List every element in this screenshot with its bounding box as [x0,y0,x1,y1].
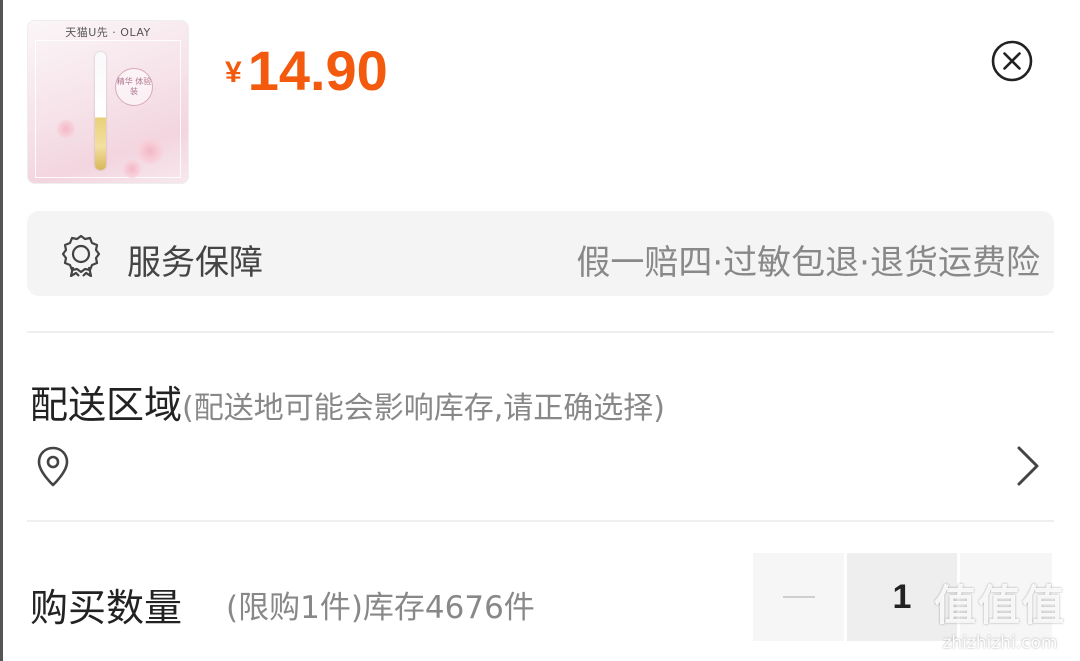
thumbnail-flower [123,160,141,178]
service-guarantee-row[interactable]: 服务保障 假一赔四·过敏包退·退货运费险 [27,211,1054,296]
delivery-area-hint: (配送地可能会影响库存,请正确选择) [182,391,665,426]
product-tube-image [95,52,106,170]
currency-symbol: ¥ [225,56,242,89]
quantity-value[interactable]: 1 [847,553,957,641]
thumbnail-badge: 精华 体验装 [115,68,153,106]
thumbnail-flower [57,120,75,138]
delivery-area-label: 配送区域 [30,383,183,427]
thumbnail-brand-text: 天猫U先 · OLAY [65,26,151,39]
badge-ribbon-icon [61,234,101,277]
quantity-stepper[interactable]: 1 [753,553,1052,641]
location-pin-icon[interactable] [35,445,71,489]
close-circle-icon [991,40,1033,82]
thumbnail-flower [137,138,163,164]
chevron-right-icon[interactable] [1013,444,1041,488]
product-thumbnail[interactable]: 天猫U先 · OLAY 精华 体验装 [27,20,189,184]
decrease-button[interactable] [753,553,844,641]
minus-icon [782,596,815,598]
divider [27,331,1054,333]
quantity-title: 购买数量 [30,586,183,630]
increase-button[interactable] [960,553,1052,641]
divider [27,520,1054,522]
delivery-area-title: 配送区域(配送地可能会影响库存,请正确选择) [30,374,665,429]
price-amount: 14.90 [247,39,388,102]
window-edge [0,0,3,661]
quantity-hint: (限购1件)库存4676件 [226,590,535,626]
price: ¥14.90 [225,38,388,103]
service-title: 服务保障 [127,243,263,283]
close-button[interactable] [991,40,1033,82]
service-value: 假一赔四·过敏包退·退货运费险 [576,243,1040,283]
